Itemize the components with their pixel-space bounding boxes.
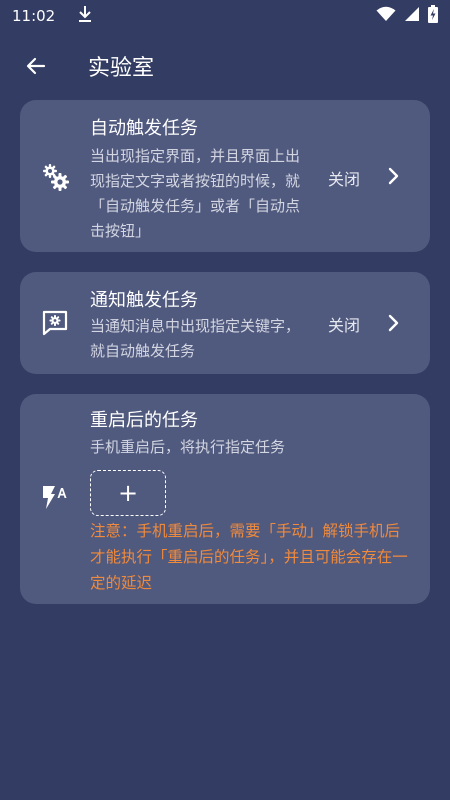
plus-icon: +	[117, 479, 139, 507]
status-text: 关闭	[327, 316, 360, 335]
arrow-left-icon	[26, 57, 46, 75]
gears-icon	[40, 162, 70, 192]
chevron-right-icon	[384, 313, 404, 333]
app-bar: 实验室	[0, 38, 450, 94]
wifi-icon	[376, 6, 396, 26]
chevron-right-icon	[384, 166, 404, 186]
card-description: 当通知消息中出现指定关键字，就自动触发任务	[90, 317, 301, 360]
page-title: 实验室	[88, 56, 155, 81]
download-icon	[77, 5, 93, 27]
back-button[interactable]	[20, 50, 52, 82]
status-text: 关闭	[327, 170, 360, 189]
card-description: 当出现指定界面，并且界面上出现指定文字或者按钮的时候，就「自动触发任务」或者「自…	[90, 147, 301, 240]
battery-charging-icon	[428, 5, 438, 27]
card-description: 手机重启后，将执行指定任务	[90, 438, 286, 456]
notification-settings-icon	[40, 308, 70, 338]
reboot-task-card: 重启后的任务 手机重启后，将执行指定任务 + 注意：手机重启后，需要「手动」解锁…	[20, 394, 430, 604]
notification-trigger-card[interactable]: 通知触发任务 当通知消息中出现指定关键字，就自动触发任务 关闭	[20, 272, 430, 374]
auto-trigger-card[interactable]: 自动触发任务 当出现指定界面，并且界面上出现指定文字或者按钮的时候，就「自动触发…	[20, 100, 430, 252]
signal-icon	[404, 6, 420, 26]
card-title: 自动触发任务	[90, 118, 198, 139]
add-task-button[interactable]: +	[90, 470, 166, 516]
card-title: 通知触发任务	[90, 290, 198, 311]
status-bar: 11:02	[0, 0, 450, 32]
status-time: 11:02	[12, 7, 56, 25]
warning-text: 注意：手机重启后，需要「手动」解锁手机后才能执行「重启后的任务」，并且可能会存在…	[90, 522, 408, 592]
flash-auto-icon	[40, 482, 70, 512]
card-title: 重启后的任务	[90, 410, 198, 431]
